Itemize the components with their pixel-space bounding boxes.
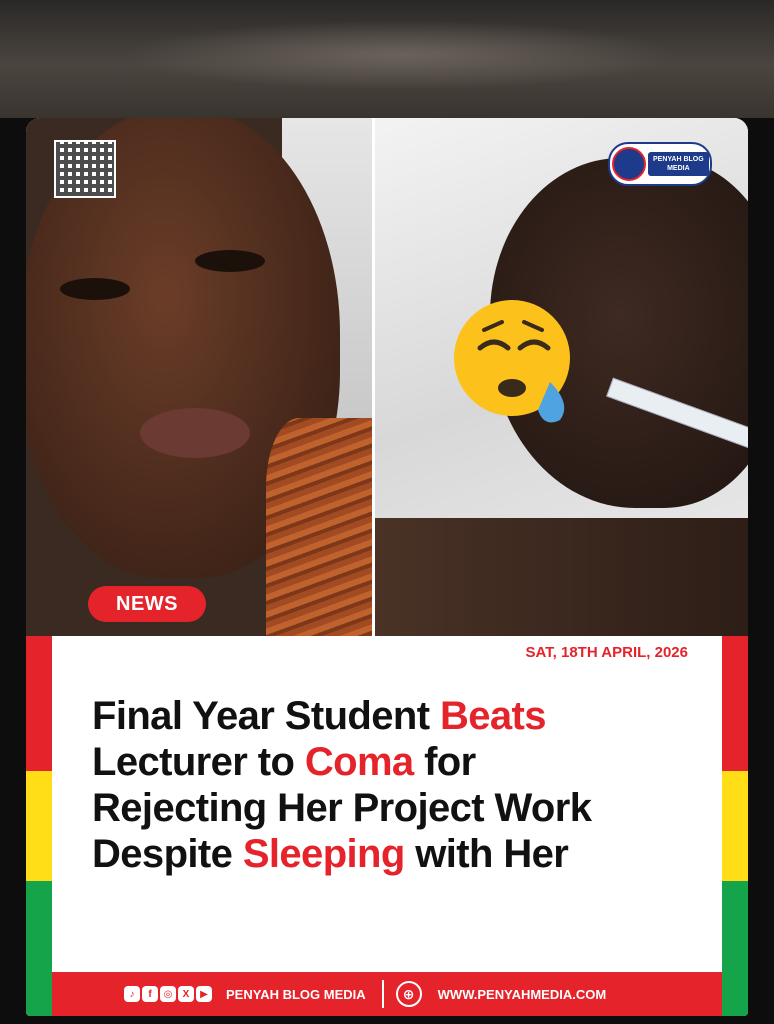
- braids: [266, 418, 372, 636]
- qr-code: [54, 140, 116, 198]
- facebook-icon[interactable]: f: [142, 986, 158, 1002]
- tiktok-icon[interactable]: ♪: [124, 986, 140, 1002]
- instagram-icon[interactable]: ◎: [160, 986, 176, 1002]
- penyah-logo: PENYAH BLOG MEDIA: [608, 142, 712, 186]
- publish-date: SAT, 18TH APRIL, 2026: [525, 644, 688, 661]
- news-badge: NEWS: [88, 586, 206, 622]
- patient-photo: PENYAH BLOG MEDIA: [375, 118, 748, 636]
- x-icon[interactable]: X: [178, 986, 194, 1002]
- blurred-background-top: [0, 0, 774, 118]
- youtube-icon[interactable]: ▶: [196, 986, 212, 1002]
- website-link[interactable]: WWW.PENYAHMEDIA.COM: [438, 987, 607, 1002]
- globe-icon: ⊕: [395, 981, 422, 1007]
- brand-name: PENYAH BLOG MEDIA: [226, 986, 366, 1002]
- footer-bar: ♪ f ◎ X ▶ PENYAH BLOG MEDIA ⊕ WWW.PENYAH…: [52, 972, 722, 1016]
- social-icons: ♪ f ◎ X ▶: [124, 986, 212, 1002]
- divider: [381, 980, 384, 1008]
- news-card: NEWS PENYAH BLOG MEDIA SAT, 18TH APRIL, …: [26, 118, 748, 1016]
- woman-photo: NEWS: [26, 118, 372, 636]
- headline: Final Year Student Beats Lecturer to Com…: [92, 694, 592, 876]
- sad-sleepy-emoji-icon: [454, 300, 570, 423]
